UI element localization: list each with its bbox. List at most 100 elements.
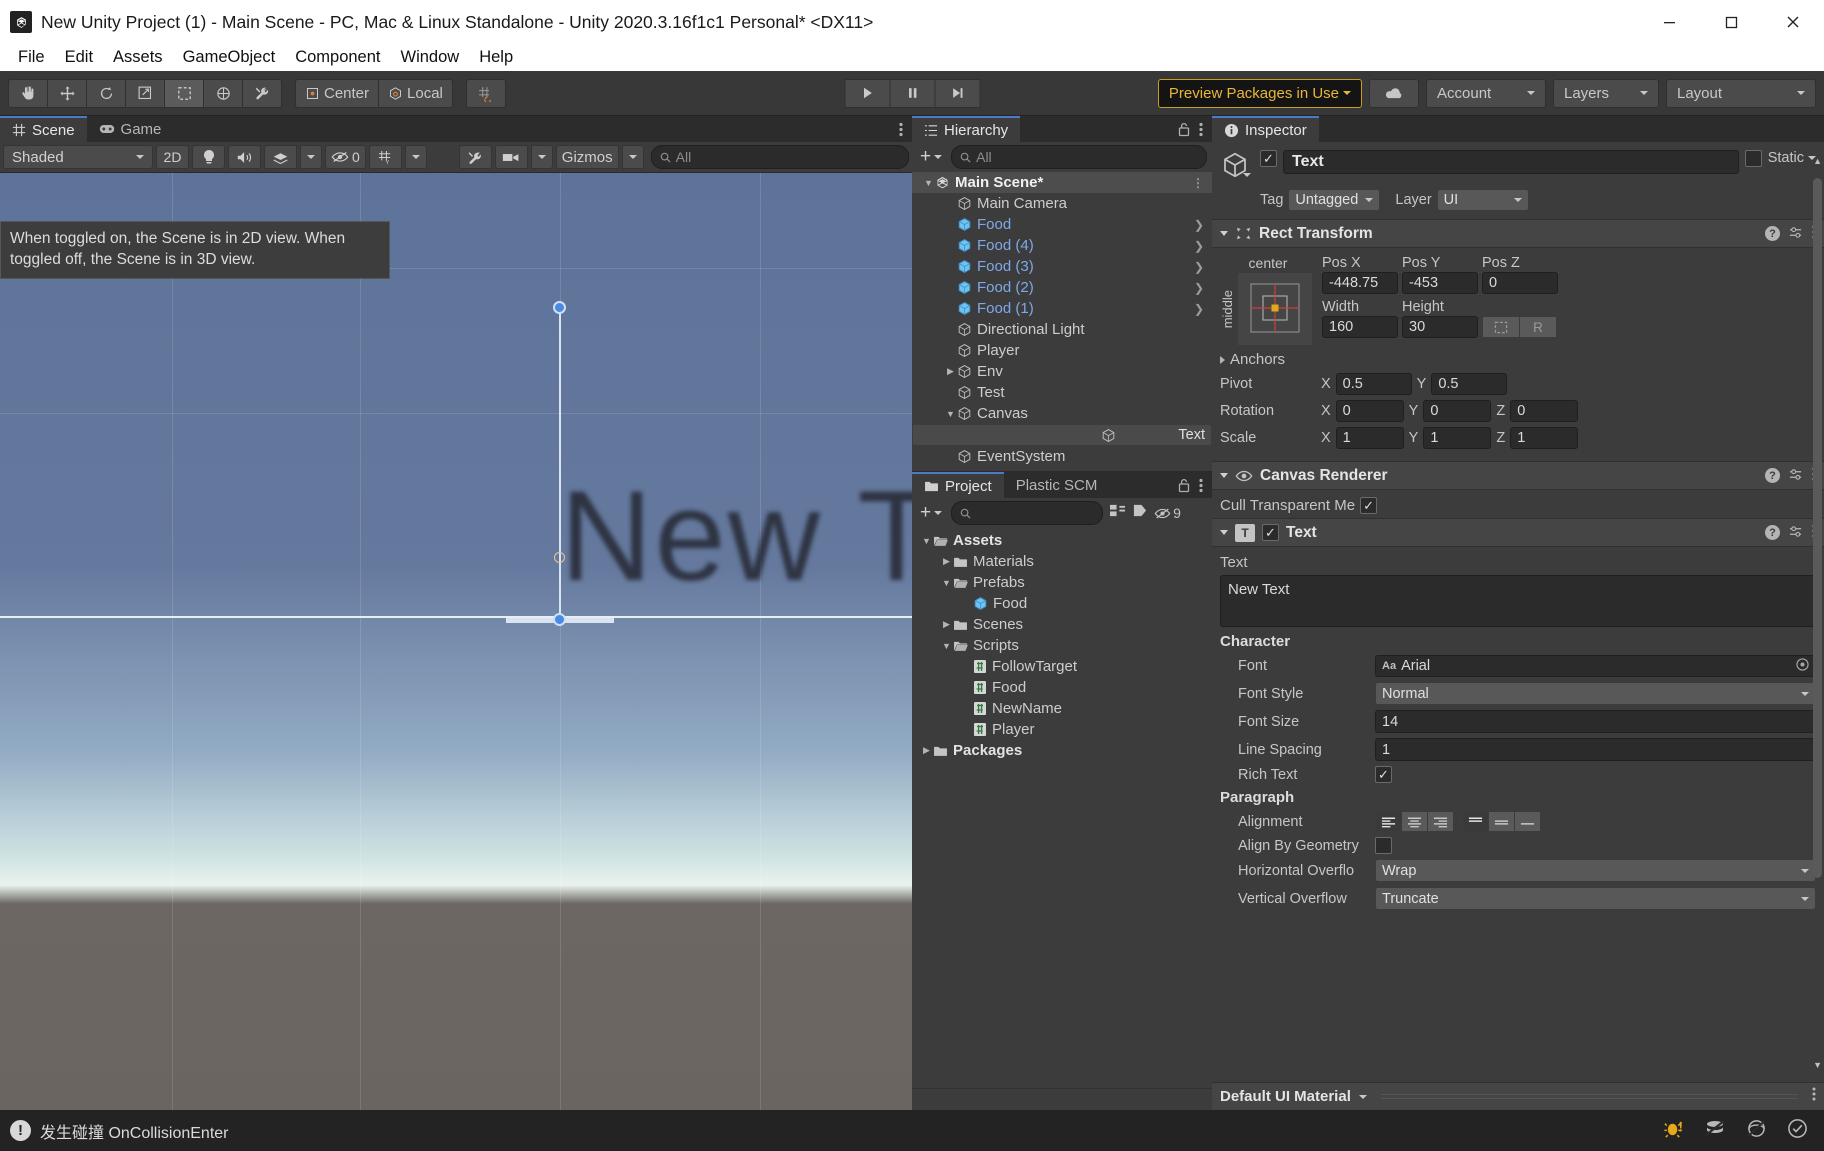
chevron-right-icon[interactable]: ❯ [1194, 260, 1204, 274]
project-hidden-count[interactable]: 9 [1154, 505, 1181, 521]
scene-search-input[interactable]: All [650, 145, 909, 169]
help-icon[interactable]: ? [1765, 525, 1780, 540]
menu-component[interactable]: Component [285, 48, 390, 67]
scale-tool[interactable] [125, 78, 165, 108]
move-tool[interactable] [47, 78, 87, 108]
project-item-materials[interactable]: ▶ Materials [912, 551, 1212, 572]
align-right-button[interactable] [1427, 811, 1454, 832]
text-value-textarea[interactable]: New Text [1220, 575, 1816, 627]
lighting-toggle[interactable] [192, 145, 225, 169]
chevron-right-icon[interactable]: ❯ [1194, 218, 1204, 232]
chevron-down-icon[interactable] [1220, 231, 1228, 236]
kebab-icon[interactable] [899, 122, 903, 142]
hierarchy-item-eventsystem[interactable]: EventSystem [912, 446, 1212, 467]
pivot-x-input[interactable]: 0.5 [1335, 373, 1412, 395]
hierarchy-item-player[interactable]: Player [912, 340, 1212, 361]
pivot-local-button[interactable]: Local [378, 78, 453, 108]
project-item-assets[interactable]: ▼ Assets [912, 530, 1212, 551]
grid-snap-button[interactable] [465, 78, 506, 108]
align-bottom-button[interactable] [1514, 811, 1541, 832]
static-checkbox[interactable] [1744, 150, 1762, 167]
kebab-icon[interactable]: ⋮ [1192, 176, 1204, 190]
gameobject-name-input[interactable]: Text [1283, 150, 1739, 174]
inspector-scrollbar[interactable] [1813, 178, 1822, 878]
object-picker-icon[interactable] [1796, 657, 1809, 675]
filter-by-label-icon[interactable] [1132, 503, 1148, 523]
project-item-packages[interactable]: ▶ Packages [912, 740, 1212, 761]
align-center-button[interactable] [1401, 811, 1428, 832]
align-middle-button[interactable] [1488, 811, 1515, 832]
play-button[interactable] [844, 78, 891, 108]
rotation-y-input[interactable]: 0 [1423, 400, 1492, 422]
menu-edit[interactable]: Edit [55, 48, 103, 67]
bug-icon[interactable] [1663, 1118, 1684, 1144]
kebab-icon[interactable] [1199, 122, 1203, 142]
chevron-down-icon[interactable] [1243, 173, 1251, 177]
height-input[interactable]: 30 [1402, 316, 1478, 338]
pause-button[interactable] [889, 78, 936, 108]
collab-off-icon[interactable] [1704, 1119, 1726, 1142]
filter-by-type-icon[interactable] [1109, 503, 1126, 523]
hierarchy-item-food-3[interactable]: Food (3) ❯ [912, 256, 1212, 277]
lock-icon[interactable] [1178, 122, 1190, 142]
material-bar[interactable]: Default UI Material [1212, 1082, 1824, 1110]
hierarchy-item-main-camera[interactable]: Main Camera [912, 193, 1212, 214]
tab-project[interactable]: Project [912, 472, 1004, 498]
project-tree[interactable]: ▼ Assets ▶ Materials ▼ Prefabs Food ▶ Scenes ▼ Scr… [912, 530, 1212, 1088]
cull-transparent-checkbox[interactable]: ✓ [1360, 497, 1378, 514]
component-tools-button[interactable] [458, 145, 492, 169]
grid-visibility-toggle[interactable]: Y [368, 145, 402, 169]
hierarchy-item-food[interactable]: Food ❯ [912, 214, 1212, 235]
menu-file[interactable]: File [8, 48, 55, 67]
preset-icon[interactable] [1789, 525, 1803, 541]
rect-tool[interactable] [164, 78, 204, 108]
tag-dropdown[interactable]: Untagged [1288, 189, 1381, 211]
chevron-right-icon[interactable]: ❯ [1194, 281, 1204, 295]
audio-toggle[interactable] [228, 145, 261, 169]
hierarchy-add-button[interactable]: + [917, 146, 945, 168]
draw-mode-dropdown[interactable]: Shaded [3, 145, 153, 169]
toggle-2d-button[interactable]: 2D [156, 145, 189, 169]
hand-tool[interactable] [8, 78, 48, 108]
scale-x-input[interactable]: 1 [1335, 427, 1404, 449]
chevron-down-icon[interactable] [1358, 1094, 1367, 1099]
scale-z-input[interactable]: 1 [1510, 427, 1579, 449]
fx-dropdown[interactable] [300, 145, 322, 169]
cloud-button[interactable] [1369, 78, 1419, 108]
preview-packages-button[interactable]: Preview Packages in Use [1157, 78, 1362, 108]
text-component-enabled-checkbox[interactable]: ✓ [1262, 524, 1279, 541]
gameobject-enabled-checkbox[interactable]: ✓ [1260, 150, 1277, 167]
layers-dropdown[interactable]: Layers [1553, 78, 1659, 108]
tab-inspector[interactable]: Inspector [1212, 116, 1319, 142]
hierarchy-item-food-1[interactable]: Food (1) ❯ [912, 298, 1212, 319]
align-by-geometry-checkbox[interactable] [1375, 837, 1392, 854]
chevron-right-icon[interactable]: ❯ [1194, 239, 1204, 253]
scene-viewport[interactable]: New T When toggled on, the Scene is in 2… [0, 173, 912, 1110]
hierarchy-item-food-4[interactable]: Food (4) ❯ [912, 235, 1212, 256]
rotation-x-input[interactable]: 0 [1335, 400, 1404, 422]
project-item-prefabs[interactable]: ▼ Prefabs [912, 572, 1212, 593]
scale-y-input[interactable]: 1 [1423, 427, 1492, 449]
rect-handle-top[interactable] [553, 301, 566, 314]
check-circle-icon[interactable] [1787, 1118, 1808, 1144]
tab-game[interactable]: Game [87, 116, 174, 142]
fx-toggle[interactable] [264, 145, 297, 169]
menu-help[interactable]: Help [469, 48, 523, 67]
project-search-input[interactable] [951, 501, 1104, 525]
font-object-field[interactable]: Aa Arial [1375, 655, 1816, 677]
help-icon[interactable]: ? [1765, 226, 1780, 241]
kebab-icon[interactable] [1812, 1087, 1816, 1106]
pos-x-input[interactable]: -448.75 [1322, 272, 1398, 294]
anchor-preset-button[interactable] [1238, 273, 1312, 345]
horizontal-overflow-dropdown[interactable]: Wrap [1375, 859, 1816, 882]
pos-y-input[interactable]: -453 [1402, 272, 1478, 294]
project-add-button[interactable]: + [917, 502, 945, 524]
cloud-off-icon[interactable] [1746, 1119, 1767, 1143]
status-bar[interactable]: ! 发生碰撞 OnCollisionEnter [0, 1110, 1824, 1151]
account-dropdown[interactable]: Account [1426, 78, 1546, 108]
menu-gameobject[interactable]: GameObject [173, 48, 286, 67]
hierarchy-item-main-scene[interactable]: ▼ Main Scene* ⋮ [912, 172, 1212, 193]
scene-camera-dropdown[interactable] [530, 145, 553, 169]
scene-camera-button[interactable] [494, 145, 528, 169]
project-item-food[interactable]: Food [912, 677, 1212, 698]
